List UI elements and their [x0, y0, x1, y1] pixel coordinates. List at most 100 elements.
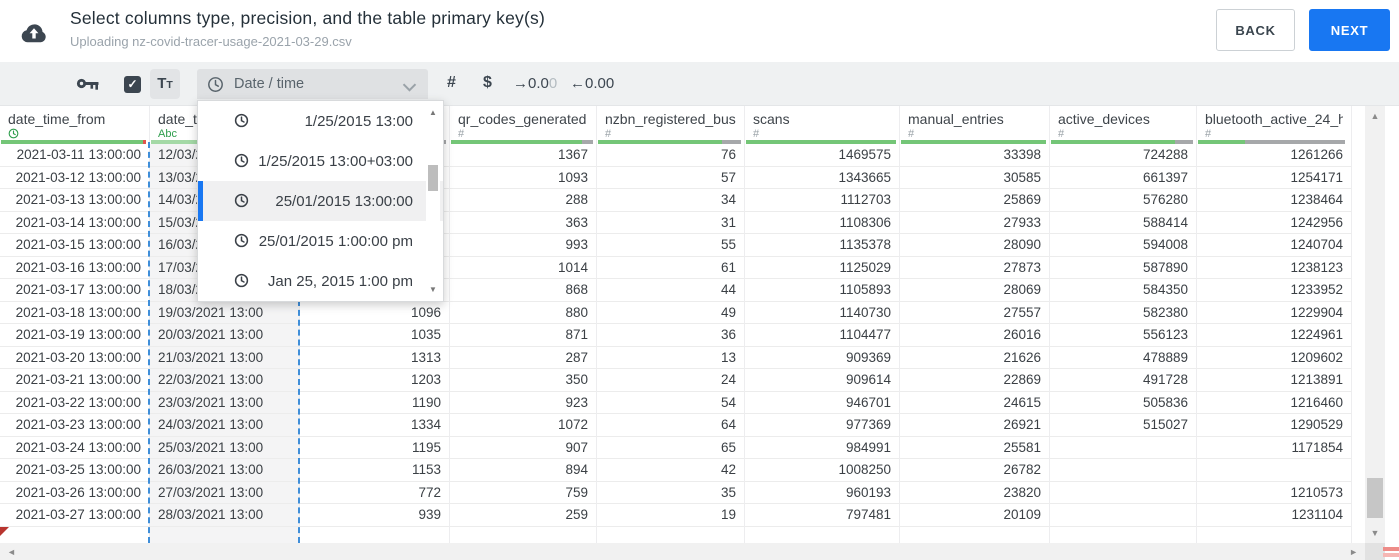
dropdown-option[interactable]: 25/01/2015 1:00:00 pm	[198, 221, 443, 261]
clock-icon	[234, 233, 249, 248]
table-cell: 594008	[1050, 234, 1197, 257]
table-cell: 350	[450, 369, 597, 392]
scroll-up-icon[interactable]: ▲	[1365, 111, 1385, 121]
column-header-nzbn_registered_busine[interactable]: nzbn_registered_busine#	[597, 106, 745, 144]
column-header-date_time_from[interactable]: date_time_from	[0, 106, 150, 144]
uploading-filename: Uploading nz-covid-tracer-usage-2021-03-…	[70, 34, 352, 49]
table-cell: 1195	[300, 436, 450, 459]
chevron-down-icon	[402, 80, 417, 96]
table-row: 2021-03-20 13:00:00 21/03/2021 13:00 1313 2…	[0, 346, 1352, 369]
table-cell: 1469575	[745, 144, 900, 167]
increase-precision-button[interactable]: →0.00	[513, 75, 557, 92]
table-cell: 21/03/2021 13:00	[150, 346, 300, 369]
table-cell: 1140730	[745, 301, 900, 324]
number-type-button[interactable]: #	[447, 74, 456, 92]
table-cell: 25581	[900, 436, 1050, 459]
corner-accent	[1383, 547, 1399, 551]
table-cell: 19/03/2021 13:00	[150, 301, 300, 324]
table-cell	[1197, 459, 1352, 482]
table-cell: 23/03/2021 13:00	[150, 391, 300, 414]
table-cell: 515027	[1050, 414, 1197, 437]
table-cell: 61	[597, 256, 745, 279]
table-cell: 1096	[300, 301, 450, 324]
text-type-label-small: T	[166, 79, 173, 91]
vertical-scrollbar-thumb[interactable]	[1367, 478, 1383, 518]
column-title: bluetooth_active_24_hr_	[1205, 111, 1343, 127]
table-cell: 894	[450, 459, 597, 482]
horizontal-scrollbar[interactable]: ◄ ►	[0, 543, 1365, 560]
table-cell	[150, 526, 300, 543]
column-header-bluetooth_active_24_hr_[interactable]: bluetooth_active_24_hr_#	[1197, 106, 1352, 144]
table-cell: 1242956	[1197, 211, 1352, 234]
table-cell: 1224961	[1197, 324, 1352, 347]
table-cell: 1108306	[745, 211, 900, 234]
table-cell: 1238464	[1197, 189, 1352, 212]
column-header-active_devices[interactable]: active_devices #	[1050, 106, 1197, 144]
table-cell: 2021-03-27 13:00:00	[0, 504, 150, 527]
column-type-select[interactable]: Date / time	[197, 69, 428, 99]
table-cell: 19	[597, 504, 745, 527]
dropdown-scrollbar[interactable]: ▲ ▼	[426, 103, 440, 299]
table-cell: 27933	[900, 211, 1050, 234]
currency-type-button[interactable]: $	[483, 74, 492, 92]
table-cell: 1231104	[1197, 504, 1352, 527]
vertical-scrollbar[interactable]: ▲ ▼	[1365, 106, 1385, 543]
table-cell: 2021-03-26 13:00:00	[0, 481, 150, 504]
scroll-down-icon[interactable]: ▼	[1365, 528, 1385, 538]
table-cell: 1125029	[745, 256, 900, 279]
table-cell: 1210573	[1197, 481, 1352, 504]
column-quality-bar	[901, 140, 1046, 144]
column-title: date_time_from	[8, 111, 106, 127]
table-cell: 2021-03-23 13:00:00	[0, 414, 150, 437]
table-cell: 55	[597, 234, 745, 257]
selected-column-outline-left	[148, 142, 150, 543]
table-cell: 27/03/2021 13:00	[150, 481, 300, 504]
column-header-qr_codes_generated[interactable]: qr_codes_generated #	[450, 106, 597, 144]
table-cell: 57	[597, 166, 745, 189]
table-cell: 1093	[450, 166, 597, 189]
dropdown-option[interactable]: 1/25/2015 13:00+03:00	[198, 141, 443, 181]
include-column-checkbox[interactable]: ✓	[124, 76, 141, 93]
back-button[interactable]: BACK	[1216, 9, 1295, 51]
table-cell: 907	[450, 436, 597, 459]
table-cell	[900, 526, 1050, 543]
dropdown-option[interactable]: Jan 25, 2015 1:00 pm	[198, 261, 443, 301]
dropdown-scroll-down-icon[interactable]: ▼	[426, 285, 440, 294]
decrease-precision-button[interactable]: ←0.00	[570, 75, 614, 92]
dropdown-scrollbar-thumb[interactable]	[428, 165, 438, 191]
table-cell: 984991	[745, 436, 900, 459]
table-cell: 2021-03-19 13:00:00	[0, 324, 150, 347]
column-header-manual_entries[interactable]: manual_entries #	[900, 106, 1050, 144]
table-cell: 759	[450, 481, 597, 504]
primary-key-button[interactable]	[76, 77, 99, 95]
scroll-left-icon[interactable]: ◄	[7, 547, 16, 557]
table-cell: 23820	[900, 481, 1050, 504]
table-cell	[0, 526, 150, 543]
column-quality-bar	[746, 140, 896, 144]
table-cell: 26921	[900, 414, 1050, 437]
table-cell	[1050, 526, 1197, 543]
table-cell: 2021-03-17 13:00:00	[0, 279, 150, 302]
corner-accent	[1383, 553, 1399, 557]
table-cell: 26/03/2021 13:00	[150, 459, 300, 482]
table-cell: 1254171	[1197, 166, 1352, 189]
scroll-right-icon[interactable]: ►	[1349, 547, 1358, 557]
column-header-scans[interactable]: scans #	[745, 106, 900, 144]
table-cell: 556123	[1050, 324, 1197, 347]
table-cell: 363	[450, 211, 597, 234]
csv-import-wizard: Select columns type, precision, and the …	[0, 0, 1399, 560]
table-cell: 287	[450, 346, 597, 369]
text-type-button[interactable]: TT	[150, 69, 180, 99]
next-button[interactable]: NEXT	[1309, 9, 1390, 51]
dropdown-option[interactable]: 1/25/2015 13:00	[198, 101, 443, 141]
table-cell: 28069	[900, 279, 1050, 302]
table-cell: 30585	[900, 166, 1050, 189]
dropdown-scroll-up-icon[interactable]: ▲	[426, 108, 440, 117]
table-cell: 28/03/2021 13:00	[150, 504, 300, 527]
table-cell: 1171854	[1197, 436, 1352, 459]
dropdown-option[interactable]: 25/01/2015 13:00:00	[198, 181, 443, 221]
table-row: 2021-03-18 13:00:00 19/03/2021 13:00 1096 8…	[0, 301, 1352, 324]
error-marker	[0, 527, 9, 536]
table-cell	[597, 526, 745, 543]
table-cell: 35	[597, 481, 745, 504]
